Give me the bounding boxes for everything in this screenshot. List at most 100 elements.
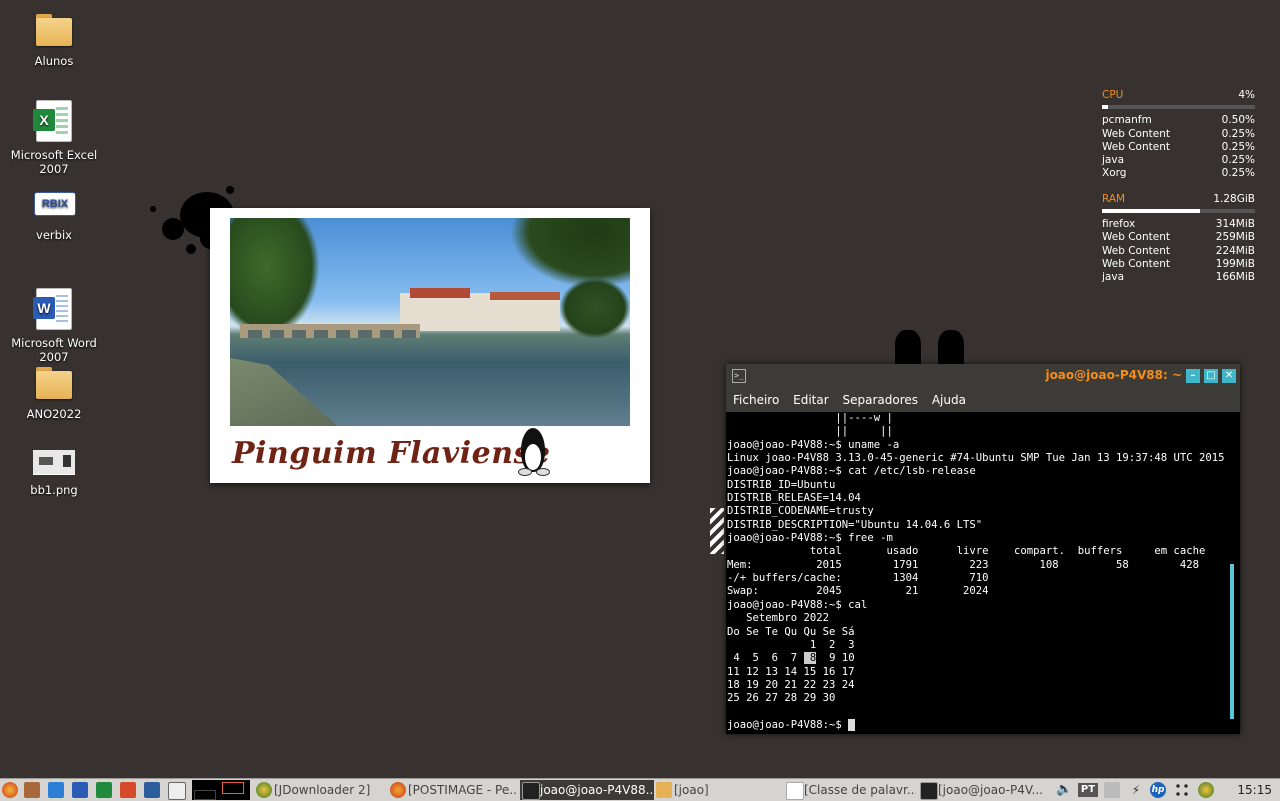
terminal-line: Mem: 2015 1791 223 108 58 428 bbox=[727, 558, 1199, 571]
hp-icon[interactable]: hp bbox=[1150, 782, 1166, 798]
process-row: Web Content 0.25% bbox=[1102, 140, 1255, 153]
current-day-highlight: 8 bbox=[803, 652, 817, 665]
start-menu-icon[interactable] bbox=[2, 782, 18, 798]
wallpaper-title: Pinguim Flaviense bbox=[232, 436, 551, 471]
process-row: pcmanfm 0.50% bbox=[1102, 114, 1255, 127]
terminal-line: DISTRIB_ID=Ubuntu bbox=[727, 478, 836, 491]
process-row: Web Content 199MiB bbox=[1102, 257, 1255, 270]
volume-icon[interactable]: 🔈 bbox=[1056, 782, 1072, 798]
terminal-task-icon bbox=[920, 782, 938, 800]
terminal-output[interactable]: ||----w | || || joao@joao-P4V88:~$ uname … bbox=[726, 412, 1227, 734]
keyboard-layout-indicator[interactable]: PT bbox=[1078, 783, 1098, 797]
terminal-line: joao@joao-P4V88:~$ bbox=[727, 718, 1227, 732]
terminal-line: 18 19 20 21 22 23 24 bbox=[727, 678, 855, 691]
workspace-switcher[interactable] bbox=[192, 780, 250, 800]
clipboard-icon[interactable] bbox=[1104, 782, 1120, 798]
cpu-process-list: pcmanfm 0.50% Web Content 0.25% Web Conten… bbox=[1102, 114, 1255, 180]
process-row: firefox 314MiB bbox=[1102, 218, 1255, 231]
task-postimage[interactable]: [POSTIMAGE - Pe... bbox=[408, 781, 518, 799]
terminal-line: 25 26 27 28 29 30 bbox=[727, 692, 836, 705]
cpu-header: CPU 4% bbox=[1102, 89, 1255, 101]
terminal-line: || || bbox=[727, 425, 893, 438]
window-title: joao@joao-P4V88: ~ bbox=[1045, 368, 1182, 382]
folder-icon bbox=[36, 14, 72, 46]
terminal-line: ||----w | bbox=[727, 412, 893, 424]
minimize-button[interactable]: – bbox=[1186, 369, 1200, 383]
process-row: java 0.25% bbox=[1102, 154, 1255, 167]
menu-separadores[interactable]: Separadores bbox=[842, 393, 918, 407]
show-desktop-icon[interactable] bbox=[168, 782, 186, 800]
process-row: Web Content 0.25% bbox=[1102, 127, 1255, 140]
network-icon[interactable]: ⚡ bbox=[1128, 782, 1144, 798]
terminal-scrollbar[interactable] bbox=[1230, 564, 1234, 719]
process-row: Web Content 259MiB bbox=[1102, 231, 1255, 244]
desktop-icon-label: bb1.png bbox=[30, 483, 78, 497]
word-launcher-icon[interactable] bbox=[72, 782, 88, 798]
presentation-launcher-icon[interactable] bbox=[120, 782, 136, 798]
process-row: java 166MiB bbox=[1102, 271, 1255, 284]
system-monitor: CPU 4% pcmanfm 0.50% Web Content 0.25% Web… bbox=[1102, 89, 1255, 285]
folder-icon bbox=[36, 367, 72, 399]
water-drop-icon[interactable] bbox=[48, 782, 64, 798]
desktop-icon-word[interactable]: W Microsoft Word 2007 bbox=[6, 288, 102, 364]
ram-bar bbox=[1102, 209, 1255, 214]
terminal-line: DISTRIB_DESCRIPTION="Ubuntu 14.04.6 LTS" bbox=[727, 518, 983, 531]
document-task-icon bbox=[786, 782, 804, 800]
terminal-line: joao@joao-P4V88:~$ uname -a bbox=[727, 438, 900, 451]
river-photo bbox=[230, 218, 630, 426]
terminal-line: -/+ buffers/cache: 1304 710 bbox=[727, 572, 989, 585]
terminal-icon[interactable]: >_ bbox=[732, 369, 746, 383]
desktop-icon-ano2022[interactable]: ANO2022 bbox=[6, 363, 102, 421]
excel-icon: X bbox=[33, 100, 72, 142]
folder-task-icon bbox=[656, 782, 672, 798]
menu-editar[interactable]: Editar bbox=[793, 393, 829, 407]
terminal-line: total usado livre compart. buffers em ca… bbox=[727, 545, 1206, 558]
clock[interactable]: 15:15 bbox=[1237, 781, 1272, 799]
menu-ajuda[interactable]: Ajuda bbox=[932, 393, 966, 407]
penguin-icon bbox=[515, 428, 551, 476]
desktop-icon-excel[interactable]: X Microsoft Excel 2007 bbox=[6, 100, 102, 176]
task-terminal-active[interactable]: joao@joao-P4V88... bbox=[520, 780, 654, 800]
desktop-icon-verbix[interactable]: RBIX verbix bbox=[6, 188, 102, 242]
desktop-icon-label: verbix bbox=[36, 228, 72, 242]
desktop-icon-bb1[interactable]: bb1.png bbox=[6, 450, 102, 497]
terminal-line: DISTRIB_CODENAME=trusty bbox=[727, 505, 874, 518]
ram-process-list: firefox 314MiB Web Content 259MiB Web Cont… bbox=[1102, 218, 1255, 284]
terminal-line: joao@joao-P4V88:~$ cat /etc/lsb-release bbox=[727, 465, 976, 478]
task-jdownloader[interactable]: [JDownloader 2] bbox=[274, 781, 382, 799]
terminal-line: Setembro 2022 bbox=[727, 612, 830, 625]
terminal-line: joao@joao-P4V88:~$ cal bbox=[727, 598, 868, 611]
terminal-task-icon bbox=[522, 782, 540, 800]
desktop-icon-label: Microsoft Excel 2007 bbox=[10, 148, 98, 176]
terminal-line: Swap: 2045 21 2024 bbox=[727, 585, 989, 598]
briefcase-icon[interactable] bbox=[24, 782, 40, 798]
menu-ficheiro[interactable]: Ficheiro bbox=[733, 393, 779, 407]
terminal-cursor bbox=[848, 718, 855, 731]
text-editor-icon[interactable] bbox=[144, 782, 160, 798]
close-button[interactable]: ✕ bbox=[1222, 369, 1236, 383]
terminal-line: 11 12 13 14 15 16 17 bbox=[727, 665, 855, 678]
jdownloader-tray-icon[interactable] bbox=[1198, 782, 1214, 798]
task-classe-palavras[interactable]: [Classe de palavr... bbox=[804, 781, 916, 799]
maximize-button[interactable]: □ bbox=[1204, 369, 1218, 383]
jdownloader-icon bbox=[256, 782, 272, 798]
terminal-window[interactable]: >_ joao@joao-P4V88: ~ – □ ✕ Ficheiro Edi… bbox=[726, 364, 1240, 734]
task-terminal-2[interactable]: [joao@joao-P4V... bbox=[938, 781, 1050, 799]
desktop-icon-label: Microsoft Word 2007 bbox=[11, 336, 97, 364]
applet-dots-icon[interactable] bbox=[1174, 782, 1190, 798]
task-joao-folder[interactable]: [joao] bbox=[674, 781, 774, 799]
cpu-bar bbox=[1102, 105, 1255, 110]
wallpaper-postcard: Pinguim Flaviense bbox=[210, 208, 650, 483]
desktop-icon-label: ANO2022 bbox=[26, 407, 82, 421]
desktop-icon-alunos[interactable]: Alunos bbox=[6, 10, 102, 68]
terminal-line: Linux joao-P4V88 3.13.0-45-generic #74-U… bbox=[727, 452, 1227, 465]
terminal-titlebar[interactable]: >_ joao@joao-P4V88: ~ – □ ✕ bbox=[726, 364, 1240, 388]
terminal-line: DISTRIB_RELEASE=14.04 bbox=[727, 492, 861, 505]
task-terminal-label: joao@joao-P4V88... bbox=[540, 783, 652, 797]
excel-launcher-icon[interactable] bbox=[96, 782, 112, 798]
terminal-line: 1 2 3 bbox=[727, 638, 855, 651]
firefox-icon bbox=[390, 782, 406, 798]
terminal-menubar: Ficheiro Editar Separadores Ajuda bbox=[726, 388, 1240, 412]
terminal-line: joao@joao-P4V88:~$ free -m bbox=[727, 532, 893, 545]
